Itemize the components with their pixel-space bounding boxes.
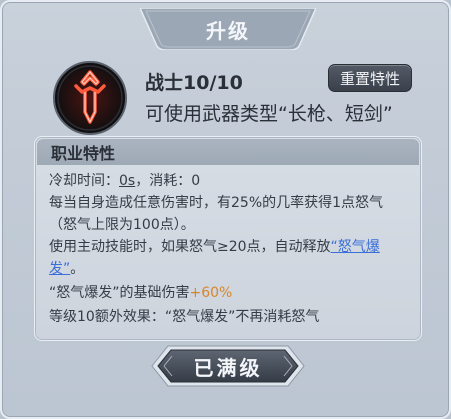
- title-tab: 升级: [140, 8, 316, 50]
- damage-bonus: +60%: [189, 285, 233, 301]
- skill-link-continued[interactable]: 发”: [49, 261, 70, 277]
- trait-line-5-suffix: 。: [70, 261, 85, 277]
- trait-line-6: “怒气爆发”的基础伤害+60%: [49, 283, 232, 303]
- cooldown-line: 冷却时间：0s，消耗：0: [49, 171, 200, 191]
- trait-line-4: 使用主动技能时，如果怒气≥20点，自动释放“怒气爆: [49, 237, 380, 257]
- weapon-types: 可使用武器类型“长枪、短剑”: [145, 103, 393, 125]
- trait-line-3: （怒气上限为100点）。: [49, 217, 195, 233]
- cooldown-label: 冷却时间：: [49, 173, 119, 189]
- sword-emblem-icon: [52, 60, 128, 136]
- reset-traits-button[interactable]: 重置特性: [328, 64, 412, 92]
- cost-text: ，消耗：0: [135, 173, 201, 189]
- maxed-level-button[interactable]: 已满级: [150, 342, 306, 390]
- cooldown-value: 0s: [119, 173, 136, 189]
- upgrade-panel: 升级 战士10/10 可使用武器类型“长枪、短剑” 重置特性 职业特性 冷却时间…: [0, 0, 451, 419]
- skill-link[interactable]: “怒气爆: [331, 239, 380, 255]
- trait-line-5: 发”。: [49, 259, 84, 279]
- trait-line-7: 等级10额外效果：“怒气爆发”不再消耗怒气: [49, 309, 320, 325]
- class-level: 战士10/10: [145, 72, 243, 94]
- trait-line-4-text: 使用主动技能时，如果怒气≥20点，自动释放: [49, 239, 331, 255]
- panel-title: 升级: [206, 18, 250, 43]
- trait-line-6-text: “怒气爆发”的基础伤害: [49, 285, 190, 301]
- maxed-label: 已满级: [193, 355, 263, 380]
- traits-header: 职业特性: [37, 139, 419, 165]
- class-traits-box: 职业特性 冷却时间：0s，消耗：0 每当自身造成任意伤害时，有25%的几率获得1…: [34, 136, 422, 341]
- trait-line-2: 每当自身造成任意伤害时，有25%的几率获得1点怒气: [49, 195, 384, 211]
